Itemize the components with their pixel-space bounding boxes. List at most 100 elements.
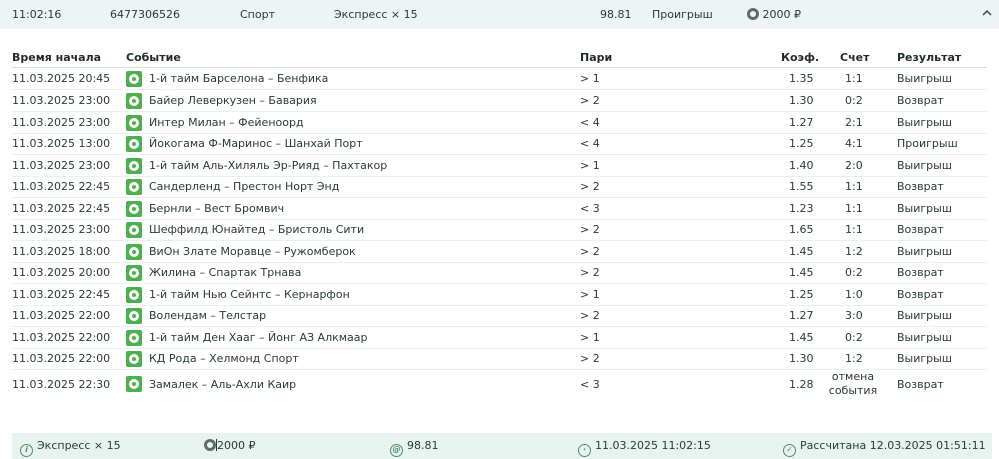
row-coef: 1.40 [789,159,814,172]
row-score: 0:2 [845,266,863,279]
bet-sport: Спорт [240,8,275,21]
row-time: 11.03.2025 22:45 [12,180,111,193]
footer-settled-value: Рассчитана 12.03.2025 01:51:11 [800,439,986,452]
row-result: Возврат [897,94,944,107]
row-score: 1:1 [845,72,863,85]
row-event[interactable]: 1-й тайм Аль-Хиляль Эр-Рияд – Пахтакор [149,159,387,172]
soccer-ball-icon [126,351,142,367]
row-bet: > 1 [580,72,600,85]
row-bet: < 4 [580,116,600,129]
row-score: 2:1 [845,116,863,129]
soccer-ball-icon [126,330,142,346]
table-row: 11.03.2025 22:00 КД Рода – Хелмонд Спорт… [0,348,999,370]
row-coef: 1.45 [789,331,814,344]
row-event[interactable]: Замалек – Аль-Ахли Каир [149,378,296,391]
table-row: 11.03.2025 13:00 Йокогама Ф-Маринос – Ша… [0,133,999,155]
row-coef: 1.27 [789,116,814,129]
row-event[interactable]: Жилина – Спартак Трнава [149,266,301,279]
table-row: 11.03.2025 23:00 Шеффилд Юнайтед – Брист… [0,219,999,241]
table-row: 11.03.2025 22:30 Замалек – Аль-Ахли Каир… [0,368,999,400]
bet-id: 6477306526 [110,8,180,21]
footer-stake: 2000 ₽ [204,439,256,452]
row-event[interactable]: ВиОн Злате Моравце – Ружомберок [149,245,356,258]
row-coef: 1.23 [789,202,814,215]
table-row: 11.03.2025 22:00 Волендам – Телстар > 2 … [0,305,999,327]
row-bet: > 1 [580,331,600,344]
row-event[interactable]: КД Рода – Хелмонд Спорт [149,352,299,365]
row-bet: < 3 [580,202,600,215]
row-result: Выигрыш [897,245,952,258]
soccer-ball-icon [126,222,142,238]
row-score: 3:0 [845,309,863,322]
footer-stake-value: 2000 ₽ [217,439,256,452]
table-row: 11.03.2025 22:45 Сандерленд – Престон Но… [0,176,999,198]
row-event[interactable]: Бернли – Вест Бромвич [149,202,284,215]
row-time: 11.03.2025 20:45 [12,72,111,85]
soccer-ball-icon [126,244,142,260]
footer-type: i Экспресс × 15 [20,439,121,457]
soccer-ball-icon [126,136,142,152]
bet-stake-value: 2000 ₽ [762,8,802,21]
row-score: 1:1 [845,202,863,215]
soccer-ball-icon [126,287,142,303]
soccer-ball-icon [126,201,142,217]
table-row: 11.03.2025 22:45 1-й тайм Нью Сейнтс – К… [0,284,999,306]
row-result: Проигрыш [897,137,958,150]
row-event[interactable]: Байер Леверкузен – Бавария [149,94,317,107]
bet-status: Проигрыш [652,8,713,21]
row-event[interactable]: Шеффилд Юнайтед – Бристоль Сити [149,223,364,236]
row-bet: > 2 [580,223,600,236]
footer-placed-value: 11.03.2025 11:02:15 [595,439,711,452]
table-row: 11.03.2025 20:00 Жилина – Спартак Трнава… [0,262,999,284]
row-time: 11.03.2025 23:00 [12,223,111,236]
row-score: 1:1 [845,180,863,193]
row-event[interactable]: 1-й тайм Ден Хааг – Йонг АЗ Алкмаар [149,331,368,344]
row-result: Выигрыш [897,309,952,322]
row-coef: 1.25 [789,137,814,150]
bet-odds: 98.81 [600,8,632,21]
row-coef: 1.55 [789,180,814,193]
row-coef: 1.45 [789,266,814,279]
row-result: Возврат [897,378,944,391]
footer-odds-value: 98.81 [407,439,439,452]
row-bet: < 3 [580,378,600,391]
row-event[interactable]: Йокогама Ф-Маринос – Шанхай Порт [149,137,363,150]
row-time: 11.03.2025 18:00 [12,245,111,258]
row-coef: 1.27 [789,309,814,322]
row-event[interactable]: 1-й тайм Нью Сейнтс – Кернарфон [149,288,350,301]
row-score: 4:1 [845,137,863,150]
soccer-ball-icon [126,93,142,109]
row-coef: 1.25 [789,288,814,301]
row-time: 11.03.2025 22:30 [12,378,111,391]
row-time: 11.03.2025 23:00 [12,159,111,172]
table-row: 11.03.2025 22:45 Бернли – Вест Бромвич <… [0,198,999,220]
footer-settled: ✓ Рассчитана 12.03.2025 01:51:11 [783,439,986,457]
row-score: 0:2 [845,331,863,344]
bet-summary-row[interactable]: 11:02:16 6477306526 Спорт Экспресс × 15 … [0,0,999,29]
soccer-ball-icon [126,115,142,131]
header-start-time: Время начала [12,51,102,64]
row-result: Возврат [897,288,944,301]
row-bet: > 2 [580,245,600,258]
table-row: 11.03.2025 22:00 1-й тайм Ден Хааг – Йон… [0,327,999,349]
row-result: Выигрыш [897,159,952,172]
row-event[interactable]: 1-й тайм Барселона – Бенфика [149,72,328,85]
row-time: 11.03.2025 13:00 [12,137,111,150]
bet-type: Экспресс × 15 [334,8,418,21]
chevron-up-icon[interactable] [981,7,993,19]
row-event[interactable]: Волендам – Телстар [149,309,266,322]
row-event[interactable]: Интер Милан – Фейеноорд [149,116,304,129]
row-coef: 1.30 [789,94,814,107]
soccer-ball-icon [126,308,142,324]
table-row: 11.03.2025 23:00 Интер Милан – Фейеноорд… [0,112,999,134]
bet-stake: 2000 ₽ [747,8,801,21]
row-bet: < 4 [580,137,600,150]
check-circle-icon: ✓ [783,444,796,457]
footer-type-label: Экспресс × 15 [37,439,121,452]
table-row: 11.03.2025 23:00 Байер Леверкузен – Бава… [0,90,999,112]
table-row: 11.03.2025 18:00 ВиОн Злате Моравце – Ру… [0,241,999,263]
row-bet: > 2 [580,352,600,365]
row-event[interactable]: Сандерленд – Престон Норт Энд [149,180,339,193]
row-score: 1:0 [845,288,863,301]
row-time: 11.03.2025 22:00 [12,309,111,322]
